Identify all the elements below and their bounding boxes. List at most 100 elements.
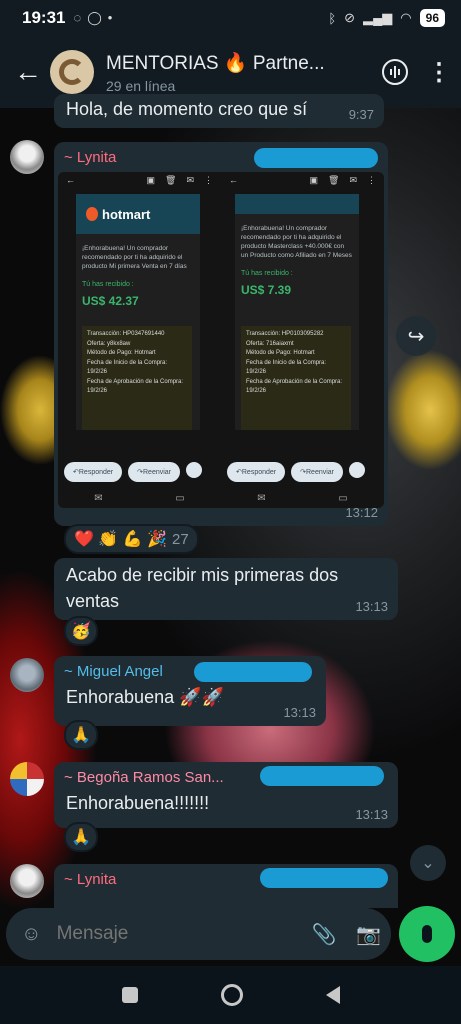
reaction-emojis: ❤️ 👏 💪 🎉 xyxy=(74,531,168,548)
back-arrow-icon: ← xyxy=(14,56,42,87)
back-arrow-icon: ← xyxy=(229,175,238,185)
received-label: Tú has recibido : xyxy=(82,281,134,288)
redacted-scribble xyxy=(194,662,312,682)
recents-button[interactable] xyxy=(121,987,138,1003)
message-text: Enhorabuena!!!!!!! xyxy=(66,793,210,813)
reaction-emojis: 🥳 xyxy=(71,623,91,640)
screenshot-pane: ← ▣ 🗑 ✉ ⋮ hotmart ¡Enhorabuena! Un comprador… xyxy=(58,172,221,508)
forward-chip: ↷ Reenviar xyxy=(128,462,181,482)
avatar[interactable] xyxy=(10,864,44,898)
reaction-emojis: 🙏 xyxy=(71,829,91,846)
status-bar: 19:31 ◌ ◯ • ᛒ ⊘ ▂▄▆ ◠ 96 xyxy=(0,0,461,36)
voice-record-button[interactable] xyxy=(399,906,455,962)
chat-notification-icon: ◌ xyxy=(73,10,82,25)
brand-name: hotmart xyxy=(102,206,151,222)
email-message: ¡Enhorabuena! Un comprador recomendado p… xyxy=(82,245,187,270)
forward-chip: ↷ Reenviar xyxy=(291,462,344,482)
message-text: Hola, de momento creo que sí xyxy=(66,99,308,119)
group-avatar[interactable] xyxy=(50,50,94,94)
battery-indicator: 96 xyxy=(419,9,445,27)
reaction-bar[interactable]: 🙏 xyxy=(64,822,98,852)
trash-icon: 🗑 xyxy=(165,174,177,185)
redacted-scribble xyxy=(260,868,388,888)
message-input[interactable] xyxy=(56,923,302,945)
archive-icon: ▣ xyxy=(309,174,319,185)
back-nav-button[interactable] xyxy=(325,986,340,1004)
group-info[interactable]: MENTORIAS 🔥 Partne... 29 en línea xyxy=(106,51,373,94)
message-text: Acabo de recibir mis primeras dos ventas xyxy=(66,565,339,611)
sticker-button[interactable]: ☺ xyxy=(6,923,57,946)
scroll-to-bottom-button[interactable]: ⌄ xyxy=(410,845,446,881)
voice-chat-icon xyxy=(382,59,408,85)
message-bubble[interactable]: Hola, de momento creo que sí 9:37 xyxy=(54,94,384,128)
message-bubble[interactable]: ~ Miguel Angel Enhorabuena 🚀🚀 13:13 xyxy=(54,656,326,726)
reaction-bar[interactable]: 🥳 xyxy=(64,616,98,646)
hotmart-logo-icon xyxy=(86,207,98,221)
message-time: 9:37 xyxy=(348,107,374,122)
status-time: 19:31 xyxy=(22,8,66,27)
message-bubble[interactable]: ~ Lynita xyxy=(54,864,398,908)
sticker-icon: ☺ xyxy=(21,922,42,945)
forward-icon: ↪ xyxy=(407,325,425,348)
menu-button[interactable]: ⋮ xyxy=(417,50,461,94)
redacted-scribble xyxy=(254,148,378,168)
emoji-icon xyxy=(349,462,366,478)
transaction-details: Transacción: HP0103095282 Oferta: 716aia… xyxy=(241,326,351,430)
emoji-icon xyxy=(186,462,203,478)
message-time: 13:13 xyxy=(355,807,388,822)
home-button[interactable] xyxy=(220,984,243,1006)
more-vert-icon: ⋮ xyxy=(204,174,213,185)
camera-button[interactable]: 📷 xyxy=(346,922,391,947)
transaction-details: Transacción: HP0347691440 Oferta: y8kx8a… xyxy=(82,326,192,430)
mail-icon: ✉ xyxy=(94,492,103,504)
message-bubble[interactable]: Acabo de recibir mis primeras dos ventas… xyxy=(54,558,398,620)
screenshot-pane: ← ▣ 🗑 ✉ ⋮ ¡Enhorabuena! Un comprador recomen… xyxy=(221,172,384,508)
system-nav-bar xyxy=(0,966,461,1024)
redacted-scribble xyxy=(260,766,384,786)
avatar[interactable] xyxy=(10,658,44,692)
mute-icon: ⊘ xyxy=(344,10,356,25)
reaction-count: 27 xyxy=(172,530,189,548)
group-title: MENTORIAS 🔥 Partne... xyxy=(106,52,325,74)
email-message: ¡Enhorabuena! Un comprador recomendado p… xyxy=(241,225,352,259)
microphone-icon xyxy=(422,925,432,943)
double-chevron-down-icon: ⌄ xyxy=(421,855,435,872)
paperclip-icon: 📎 xyxy=(311,923,337,946)
whatsapp-notification-icon: ◯ xyxy=(87,10,102,25)
bluetooth-icon: ᛒ xyxy=(328,10,337,26)
more-vert-icon: ⋮ xyxy=(367,174,376,185)
message-bubble[interactable]: ~ Begoña Ramos San... Enhorabuena!!!!!!!… xyxy=(54,762,398,828)
trash-icon: 🗑 xyxy=(328,174,340,185)
archive-icon: ▣ xyxy=(146,174,156,185)
reaction-emojis: 🙏 xyxy=(71,727,91,744)
attach-button[interactable]: 📎 xyxy=(302,922,347,947)
signal-icon: ▂▄▆ xyxy=(363,10,393,25)
online-count: 29 en línea xyxy=(106,77,176,94)
amount-value: US$ 42.37 xyxy=(82,294,139,308)
back-button[interactable]: ← xyxy=(0,36,56,108)
message-composer: ☺ 📎 📷 xyxy=(6,908,391,960)
message-time: 13:13 xyxy=(355,599,388,614)
message-time: 13:13 xyxy=(283,705,316,720)
more-notifications-icon: • xyxy=(107,10,113,25)
shared-screenshot[interactable]: ← ▣ 🗑 ✉ ⋮ hotmart ¡Enhorabuena! Un comprador… xyxy=(58,172,384,508)
reply-chip: ↶ Responder xyxy=(64,462,123,482)
message-time: 13:12 xyxy=(345,505,378,520)
wifi-icon: ◠ xyxy=(400,10,412,25)
image-message-bubble[interactable]: ~ Lynita ← ▣ 🗑 ✉ ⋮ hotmart ¡Enhorabuena! Un … xyxy=(54,142,388,526)
forward-button[interactable]: ↪ xyxy=(396,316,436,356)
back-arrow-icon: ← xyxy=(66,175,75,185)
reaction-bar[interactable]: ❤️ 👏 💪 🎉 27 xyxy=(64,524,199,554)
reaction-bar[interactable]: 🙏 xyxy=(64,720,98,750)
reply-chip: ↶ Responder xyxy=(227,462,286,482)
mail-icon: ✉ xyxy=(257,492,266,504)
video-icon: ▭ xyxy=(338,492,348,504)
mail-icon: ✉ xyxy=(349,174,357,185)
voice-chat-button[interactable] xyxy=(373,50,417,94)
received-label: Tú has recibido : xyxy=(241,270,293,277)
video-icon: ▭ xyxy=(175,492,185,504)
avatar[interactable] xyxy=(10,140,44,174)
avatar[interactable] xyxy=(10,762,44,796)
amount-value: US$ 7.39 xyxy=(241,283,292,297)
more-vert-icon: ⋮ xyxy=(427,58,451,86)
